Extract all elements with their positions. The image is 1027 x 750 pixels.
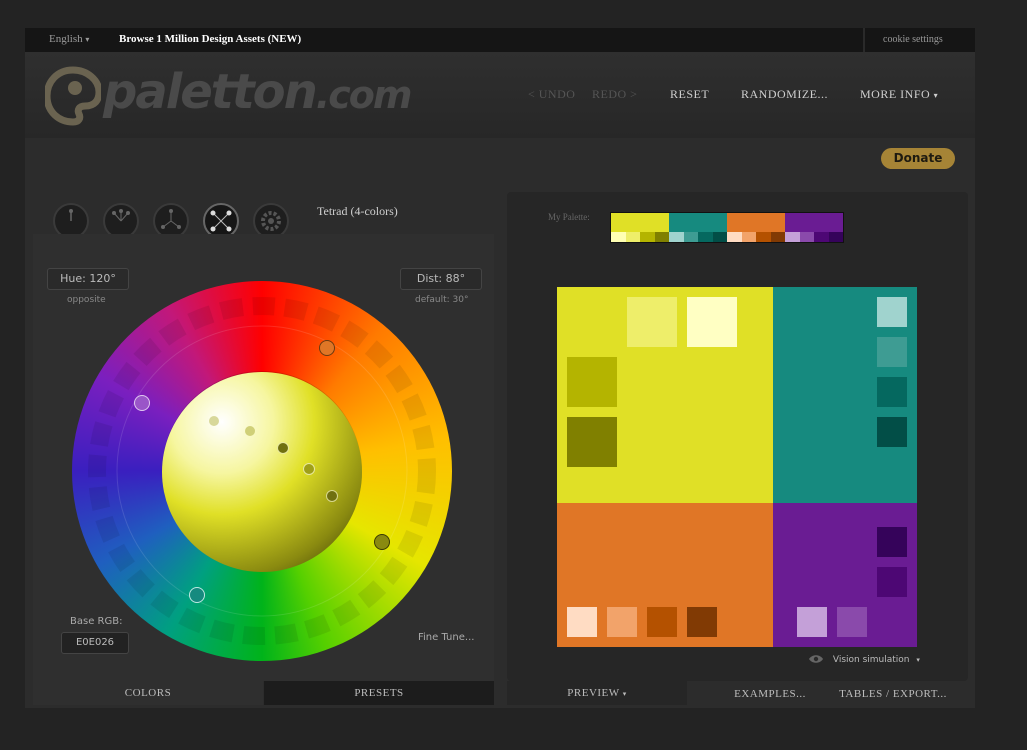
palette-shade-swatch[interactable] <box>770 232 785 242</box>
chevron-down-icon: ▾ <box>622 690 627 698</box>
palette-shade-swatch[interactable] <box>814 232 829 242</box>
reset-button[interactable]: RESET <box>670 87 709 102</box>
palette-main-swatch[interactable] <box>611 213 669 232</box>
preview-shade-swatch[interactable] <box>647 607 677 637</box>
tab-preview[interactable]: PREVIEW ▾ <box>507 681 687 705</box>
adjacent-scheme-icon <box>112 209 130 222</box>
shade-handle[interactable] <box>303 463 315 475</box>
shade-handle[interactable] <box>277 442 289 454</box>
language-selector[interactable]: English ▾ <box>49 33 89 45</box>
tab-preview-label: PREVIEW <box>567 687 620 699</box>
preview-shade-swatch[interactable] <box>877 567 907 597</box>
tab-presets[interactable]: PRESETS <box>264 681 494 705</box>
chevron-down-icon: ▾ <box>933 91 939 100</box>
tab-colors[interactable]: COLORS <box>33 681 263 705</box>
saturation-circle[interactable] <box>162 372 362 572</box>
logo-tld: .com <box>315 73 413 117</box>
palette-shade-swatch[interactable] <box>741 232 756 242</box>
base-rgb-input[interactable]: E0E026 <box>61 632 129 654</box>
redo-button[interactable]: REDO > <box>592 87 637 102</box>
undo-button[interactable]: < UNDO <box>528 87 575 102</box>
teal-hue-handle[interactable] <box>189 587 205 603</box>
preview-shade-swatch[interactable] <box>687 607 717 637</box>
preview-shade-swatch[interactable] <box>567 607 597 637</box>
yellow-hue-handle[interactable] <box>374 534 390 550</box>
preview-shade-swatch[interactable] <box>877 417 907 447</box>
palette-shade-swatch[interactable] <box>799 232 814 242</box>
palette-shade-swatch[interactable] <box>640 232 655 242</box>
palette-shade-swatch[interactable] <box>828 232 843 242</box>
browse-assets-link[interactable]: Browse 1 Million Design Assets (NEW) <box>119 33 301 45</box>
logo-main: paletton <box>103 64 318 120</box>
tab-examples[interactable]: EXAMPLES... <box>720 688 820 700</box>
base-rgb-label: Base RGB: <box>70 616 123 627</box>
palette-shade-swatch[interactable] <box>727 232 742 242</box>
shade-handle[interactable] <box>326 490 338 502</box>
preview-shade-swatch[interactable] <box>877 377 907 407</box>
header: paletton.com < UNDO REDO > RESET RANDOMI… <box>25 52 975 138</box>
top-bar: English ▾ Browse 1 Million Design Assets… <box>25 28 975 52</box>
palette-shade-swatch[interactable] <box>712 232 727 242</box>
vision-simulation-selector[interactable]: Vision simulation ▾ <box>808 654 920 665</box>
tab-tables-export[interactable]: TABLES / EXPORT... <box>833 688 953 700</box>
fine-tune-link[interactable]: Fine Tune... <box>418 632 474 643</box>
eye-icon <box>809 655 823 663</box>
palette-shade-swatch[interactable] <box>669 232 684 242</box>
preview-shade-swatch[interactable] <box>797 607 827 637</box>
mono-scheme-icon <box>69 209 73 221</box>
palette-shade-swatch[interactable] <box>698 232 713 242</box>
cookie-settings-link[interactable]: cookie settings <box>883 34 943 45</box>
my-palette-label: My Palette: <box>548 212 590 222</box>
preview-shade-swatch[interactable] <box>627 297 677 347</box>
palette-shade-swatch[interactable] <box>683 232 698 242</box>
preview-shade-swatch[interactable] <box>877 297 907 327</box>
preview-shade-swatch[interactable] <box>687 297 737 347</box>
palette-main-swatch[interactable] <box>669 213 727 232</box>
palette-main-swatch[interactable] <box>727 213 785 232</box>
more-info-label: MORE INFO <box>860 87 931 101</box>
palette-shade-swatch[interactable] <box>654 232 669 242</box>
chevron-down-icon: ▾ <box>916 655 920 664</box>
divider <box>863 28 865 52</box>
orange-hue-handle[interactable] <box>319 340 335 356</box>
shade-handle[interactable] <box>245 426 255 436</box>
main-panel: Donate Tetrad (4-colors) Hue: 120° oppos… <box>25 138 975 708</box>
vision-simulation-label: Vision simulation <box>832 654 910 665</box>
randomize-button[interactable]: RANDOMIZE... <box>741 87 828 102</box>
more-info-button[interactable]: MORE INFO ▾ <box>860 87 938 102</box>
preview-shade-swatch[interactable] <box>837 607 867 637</box>
shade-handle[interactable] <box>209 416 219 426</box>
palette-shade-swatch[interactable] <box>785 232 800 242</box>
palette-logo-icon[interactable] <box>45 66 101 126</box>
preview-shade-swatch[interactable] <box>607 607 637 637</box>
palette-main-swatch[interactable] <box>785 213 843 232</box>
logo-text[interactable]: paletton.com <box>103 64 413 120</box>
triad-scheme-icon <box>161 209 181 229</box>
purple-hue-handle[interactable] <box>134 395 150 411</box>
scheme-name: Tetrad (4-colors) <box>317 204 398 218</box>
preview-shade-swatch[interactable] <box>567 417 617 467</box>
tetrad-scheme-icon <box>210 210 232 232</box>
palette-shade-swatch[interactable] <box>756 232 771 242</box>
preview-shade-swatch[interactable] <box>877 527 907 557</box>
palette-shade-swatch[interactable] <box>625 232 640 242</box>
palette-preview <box>557 287 917 647</box>
preview-shade-swatch[interactable] <box>567 357 617 407</box>
my-palette-strip[interactable] <box>610 212 844 243</box>
palette-shade-swatch[interactable] <box>611 232 626 242</box>
donate-button[interactable]: Donate <box>881 148 955 169</box>
chevron-down-icon: ▾ <box>85 35 90 44</box>
preview-shade-swatch[interactable] <box>877 337 907 367</box>
gear-icon <box>261 211 281 231</box>
language-label: English <box>49 33 83 45</box>
